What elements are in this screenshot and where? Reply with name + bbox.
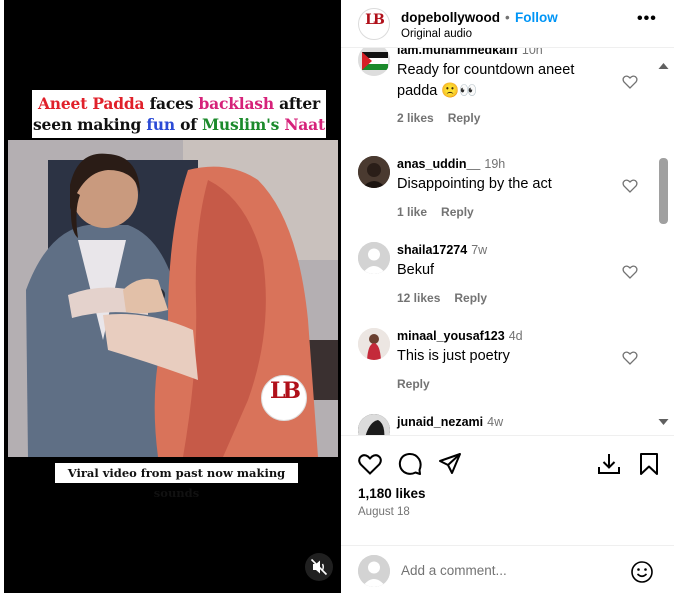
audio-link[interactable]: Original audio (401, 28, 472, 40)
commenter-avatar[interactable] (358, 48, 390, 76)
comment-item: anas_uddin__ 19h Disappointing by the act… (341, 156, 651, 226)
default-avatar-icon (358, 555, 390, 587)
mute-toggle-button[interactable] (305, 553, 333, 581)
post-actions: 1,180 likes August 18 (341, 435, 674, 593)
comment-meta: Reply (397, 377, 444, 391)
post-date[interactable]: August 18 (358, 506, 410, 518)
comment-time: 4d (508, 329, 523, 343)
header-separator: • (505, 10, 510, 25)
comment-meta: 1 like Reply (397, 205, 488, 219)
watermark-logo: LB (261, 375, 307, 421)
comment-item: junaid_nezami 4w (341, 414, 651, 435)
comment-username[interactable]: anas_uddin__ 19h (397, 157, 505, 171)
comment-username-text: iam.muhammedkaiff (397, 48, 518, 57)
photo-avatar-icon (358, 414, 390, 435)
heart-icon[interactable] (622, 74, 638, 90)
comment-time: 4w (487, 415, 504, 429)
comments-list[interactable]: iam.muhammedkaiff 10h Ready for countdown… (341, 48, 674, 435)
comment-item: minaal_yousaf123 4d This is just poetry R… (341, 328, 651, 398)
photo-avatar-icon (358, 156, 390, 188)
instagram-post-view: Aneet Padda faces backlash after seen ma… (0, 0, 674, 593)
comment-username-text: anas_uddin__ (397, 157, 481, 171)
headline-part: fun (146, 115, 181, 134)
add-comment-input[interactable] (401, 560, 621, 580)
comment-username[interactable]: iam.muhammedkaiff 10h (397, 48, 543, 57)
headline-part: Naat (284, 115, 325, 134)
comment-meta: 2 likes Reply (397, 111, 494, 125)
bookmark-icon[interactable] (636, 451, 662, 477)
follow-button[interactable]: Follow (515, 10, 558, 25)
comment-username-text: junaid_nezami (397, 415, 484, 429)
like-heart-icon[interactable] (357, 451, 383, 477)
comment-time: 19h (484, 157, 506, 171)
comment-username[interactable]: shaila17274 7w (397, 243, 487, 257)
headline-part: after (279, 94, 320, 113)
commenter-avatar[interactable] (358, 328, 390, 360)
video-caption: Viral video from past now making sounds (55, 463, 298, 500)
comment-reply-button[interactable]: Reply (397, 377, 430, 391)
scroll-down-arrow-icon[interactable] (658, 418, 669, 426)
comment-username-text: minaal_yousaf123 (397, 329, 505, 343)
comment-time: 7w (471, 243, 488, 257)
headline-part: of (180, 115, 202, 134)
comments-scrollbar[interactable] (655, 60, 672, 428)
comment-likes[interactable]: 2 likes (397, 111, 434, 125)
author-avatar[interactable]: LB (358, 8, 390, 40)
headline-part: seen making (33, 115, 147, 134)
headline-part: Muslim's (201, 115, 285, 134)
post-header: LB dopebollywood • Follow Original audio… (341, 0, 674, 48)
more-options-button[interactable]: ••• (637, 10, 657, 28)
comment-text: Disappointing by the act (397, 176, 552, 192)
heart-icon[interactable] (622, 178, 638, 194)
comment-text: Ready for countdown aneet padda 🙁👀 (397, 62, 575, 99)
comment-bubble-icon[interactable] (397, 451, 423, 477)
speaker-muted-icon (310, 558, 328, 576)
comment-reply-button[interactable]: Reply (441, 205, 474, 219)
post-side-panel: LB dopebollywood • Follow Original audio… (341, 0, 674, 593)
add-comment-bar (341, 545, 674, 593)
comment-item: shaila17274 7w Bekuf 12 likes Reply (341, 242, 651, 312)
heart-icon[interactable] (622, 264, 638, 280)
comment-username-text: shaila17274 (397, 243, 468, 257)
flag-avatar-icon (358, 48, 390, 76)
comment-time: 10h (521, 48, 543, 57)
headline-part: Aneet Padda (37, 94, 150, 113)
comment-likes[interactable]: 1 like (397, 205, 427, 219)
comment-reply-button[interactable]: Reply (448, 111, 481, 125)
scroll-up-arrow-icon[interactable] (658, 62, 669, 70)
commenter-avatar[interactable] (358, 156, 390, 188)
author-username[interactable]: dopebollywood (401, 10, 500, 25)
comment-meta: 12 likes Reply (397, 291, 501, 305)
commenter-avatar[interactable] (358, 414, 390, 435)
current-user-avatar (358, 555, 390, 587)
download-icon[interactable] (596, 451, 622, 477)
video-headline: Aneet Padda faces backlash after seen ma… (32, 90, 326, 138)
comment-text: This is just poetry (397, 348, 510, 364)
post-media[interactable]: Aneet Padda faces backlash after seen ma… (4, 0, 341, 593)
headline-part: faces (149, 94, 199, 113)
heart-icon[interactable] (622, 350, 638, 366)
photo-avatar-icon (358, 328, 390, 360)
watermark-logo-text: LB (269, 378, 301, 404)
comment-username[interactable]: junaid_nezami 4w (397, 415, 503, 429)
comment-item: iam.muhammedkaiff 10h Ready for countdown… (341, 48, 651, 130)
comment-text: Bekuf (397, 262, 435, 278)
post-like-count[interactable]: 1,180 likes (358, 486, 426, 501)
commenter-avatar[interactable] (358, 242, 390, 274)
headline-part: backlash (198, 94, 280, 113)
comment-reply-button[interactable]: Reply (454, 291, 487, 305)
author-avatar-text: LB (365, 12, 385, 28)
scrollbar-thumb[interactable] (659, 158, 668, 224)
comment-username[interactable]: minaal_yousaf123 4d (397, 329, 523, 343)
default-avatar-icon (358, 242, 390, 274)
comment-likes[interactable]: 12 likes (397, 291, 440, 305)
emoji-smiley-icon[interactable] (630, 560, 654, 584)
share-send-icon[interactable] (437, 451, 463, 477)
